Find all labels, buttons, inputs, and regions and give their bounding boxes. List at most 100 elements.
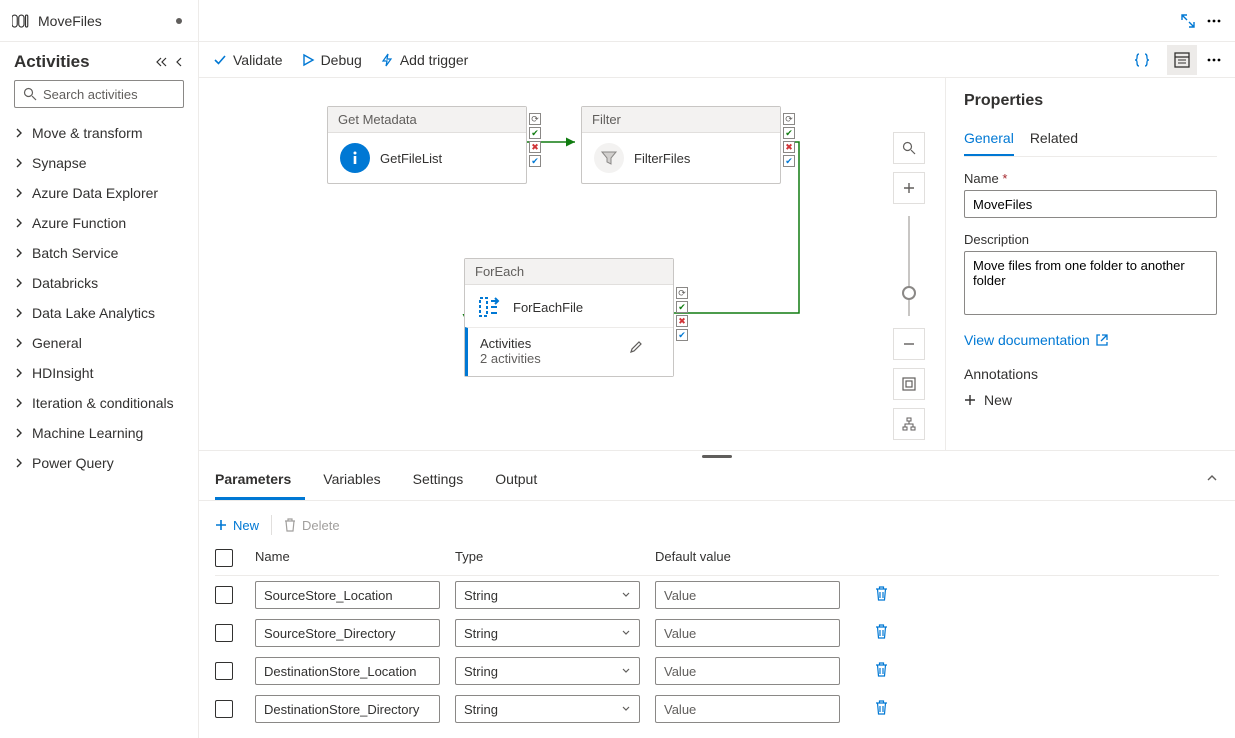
chevron-right-icon	[14, 428, 24, 438]
chevron-down-icon	[621, 628, 631, 638]
description-input[interactable]	[964, 251, 1217, 315]
category-item[interactable]: Machine Learning	[0, 418, 198, 448]
plus-icon	[903, 182, 915, 194]
collapse-double-icon[interactable]	[154, 55, 168, 69]
code-view-button[interactable]	[1127, 45, 1157, 75]
port-fail[interactable]: ✖	[783, 141, 795, 153]
layout-button[interactable]	[893, 408, 925, 440]
tab-parameters[interactable]: Parameters	[215, 461, 305, 500]
toolbar-more-icon[interactable]	[1207, 58, 1221, 62]
category-item[interactable]: Synapse	[0, 148, 198, 178]
delete-parameter-button[interactable]: Delete	[284, 518, 340, 533]
zoom-search-button[interactable]	[893, 132, 925, 164]
param-name-input[interactable]: DestinationStore_Directory	[255, 695, 440, 723]
unsaved-indicator-icon	[176, 18, 182, 24]
port-fail[interactable]: ✖	[529, 141, 541, 153]
category-item[interactable]: Batch Service	[0, 238, 198, 268]
port-complete[interactable]: ✔	[676, 329, 688, 341]
delete-row-button[interactable]	[875, 662, 915, 680]
parameter-row: SourceStore_Location String Value	[215, 576, 1219, 614]
info-icon	[340, 143, 370, 173]
add-trigger-button[interactable]: Add trigger	[380, 52, 468, 68]
param-type-select[interactable]: String	[455, 619, 640, 647]
param-value-input[interactable]: Value	[655, 657, 840, 685]
port-skip[interactable]: ⟳	[529, 113, 541, 125]
row-checkbox[interactable]	[215, 700, 233, 718]
zoom-fit-button[interactable]	[893, 368, 925, 400]
category-item[interactable]: HDInsight	[0, 358, 198, 388]
port-skip[interactable]: ⟳	[676, 287, 688, 299]
category-item[interactable]: Power Query	[0, 448, 198, 478]
row-checkbox[interactable]	[215, 624, 233, 642]
chevron-right-icon	[14, 158, 24, 168]
properties-panel: Properties General Related Name * Descri…	[945, 78, 1235, 450]
toolbar: Validate Debug Add trigger	[199, 42, 1235, 78]
param-value-input[interactable]: Value	[655, 619, 840, 647]
port-complete[interactable]: ✔	[783, 155, 795, 167]
view-documentation-link[interactable]: View documentation	[964, 332, 1217, 348]
pipeline-tab[interactable]: MoveFiles	[0, 0, 198, 42]
panel-drag-handle[interactable]	[199, 451, 1235, 461]
port-complete[interactable]: ✔	[529, 155, 541, 167]
category-item[interactable]: Move & transform	[0, 118, 198, 148]
chevron-down-icon	[621, 704, 631, 714]
port-success[interactable]: ✔	[529, 127, 541, 139]
param-value-input[interactable]: Value	[655, 581, 840, 609]
row-checkbox[interactable]	[215, 586, 233, 604]
search-icon	[23, 87, 37, 101]
new-annotation-button[interactable]: New	[964, 392, 1217, 408]
select-all-checkbox[interactable]	[215, 549, 233, 567]
foreach-activities[interactable]: Activities 2 activities	[465, 327, 673, 376]
port-success[interactable]: ✔	[676, 301, 688, 313]
more-icon[interactable]	[1207, 19, 1221, 23]
validate-button[interactable]: Validate	[213, 52, 283, 68]
tab-general[interactable]: General	[964, 124, 1014, 156]
category-item[interactable]: Databricks	[0, 268, 198, 298]
tab-variables[interactable]: Variables	[323, 461, 394, 500]
chevron-right-icon	[14, 218, 24, 228]
node-foreach[interactable]: ForEach ForEachFile Activities 2 activit…	[464, 258, 674, 377]
param-value-input[interactable]: Value	[655, 695, 840, 723]
row-checkbox[interactable]	[215, 662, 233, 680]
activities-heading: Activities	[14, 52, 90, 72]
param-name-input[interactable]: SourceStore_Directory	[255, 619, 440, 647]
port-fail[interactable]: ✖	[676, 315, 688, 327]
search-activities-input[interactable]: Search activities	[14, 80, 184, 108]
collapse-single-icon[interactable]	[174, 55, 184, 69]
category-item[interactable]: General	[0, 328, 198, 358]
new-parameter-button[interactable]: New	[215, 518, 259, 533]
name-input[interactable]	[964, 190, 1217, 218]
properties-toggle-button[interactable]	[1167, 45, 1197, 75]
tab-output[interactable]: Output	[495, 461, 551, 500]
chevron-right-icon	[14, 278, 24, 288]
node-filter[interactable]: Filter FilterFiles ⟳ ✔ ✖ ✔	[581, 106, 781, 184]
param-name-input[interactable]: SourceStore_Location	[255, 581, 440, 609]
zoom-out-button[interactable]	[893, 328, 925, 360]
pipeline-canvas[interactable]: Get Metadata GetFileList ⟳ ✔ ✖ ✔	[199, 78, 945, 450]
port-success[interactable]: ✔	[783, 127, 795, 139]
parameter-row: SourceStore_Directory String Value	[215, 614, 1219, 652]
node-get-metadata[interactable]: Get Metadata GetFileList ⟳ ✔ ✖ ✔	[327, 106, 527, 184]
delete-row-button[interactable]	[875, 586, 915, 604]
port-skip[interactable]: ⟳	[783, 113, 795, 125]
tab-related[interactable]: Related	[1030, 124, 1078, 156]
delete-row-button[interactable]	[875, 624, 915, 642]
trash-icon	[875, 586, 888, 601]
category-item[interactable]: Azure Function	[0, 208, 198, 238]
tab-settings[interactable]: Settings	[413, 461, 478, 500]
delete-row-button[interactable]	[875, 700, 915, 718]
chevron-down-icon	[621, 590, 631, 600]
category-item[interactable]: Data Lake Analytics	[0, 298, 198, 328]
category-item[interactable]: Azure Data Explorer	[0, 178, 198, 208]
param-type-select[interactable]: String	[455, 581, 640, 609]
category-item[interactable]: Iteration & conditionals	[0, 388, 198, 418]
panel-collapse-icon[interactable]	[1205, 471, 1219, 485]
expand-icon[interactable]	[1181, 14, 1195, 28]
zoom-in-button[interactable]	[893, 172, 925, 204]
param-type-select[interactable]: String	[455, 657, 640, 685]
debug-button[interactable]: Debug	[301, 52, 362, 68]
zoom-slider[interactable]	[908, 216, 910, 316]
param-name-input[interactable]: DestinationStore_Location	[255, 657, 440, 685]
pencil-icon[interactable]	[629, 340, 643, 354]
param-type-select[interactable]: String	[455, 695, 640, 723]
